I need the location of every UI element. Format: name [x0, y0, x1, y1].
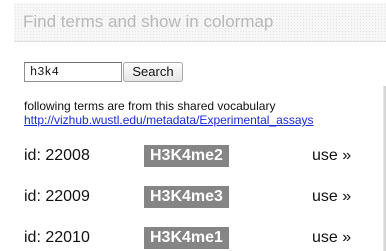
- term-name-badge: H3K4me1: [144, 227, 229, 249]
- use-term-link[interactable]: use »: [312, 147, 351, 165]
- search-input[interactable]: [24, 62, 122, 82]
- term-row: id: 22009 H3K4me3 use »: [24, 186, 374, 208]
- panel-title: Find terms and show in colormap: [23, 12, 274, 31]
- term-id: id: 22010: [24, 229, 90, 246]
- use-term-link[interactable]: use »: [312, 229, 351, 247]
- term-name-badge: H3K4me2: [144, 145, 229, 167]
- search-button[interactable]: Search: [123, 62, 183, 82]
- vocabulary-link[interactable]: http://vizhub.wustl.edu/metadata/Experim…: [24, 113, 314, 127]
- term-row: id: 22008 H3K4me2 use »: [24, 145, 374, 167]
- term-id: id: 22008: [24, 147, 90, 164]
- term-finder-panel: Find terms and show in colormap Search f…: [0, 0, 386, 251]
- term-row: id: 22010 H3K4me1 use »: [24, 227, 374, 249]
- term-id: id: 22009: [24, 188, 90, 205]
- panel-header: Find terms and show in colormap: [14, 3, 386, 42]
- vocabulary-note: following terms are from this shared voc…: [24, 99, 276, 113]
- use-term-link[interactable]: use »: [312, 188, 351, 206]
- term-name-badge: H3K4me3: [144, 186, 229, 208]
